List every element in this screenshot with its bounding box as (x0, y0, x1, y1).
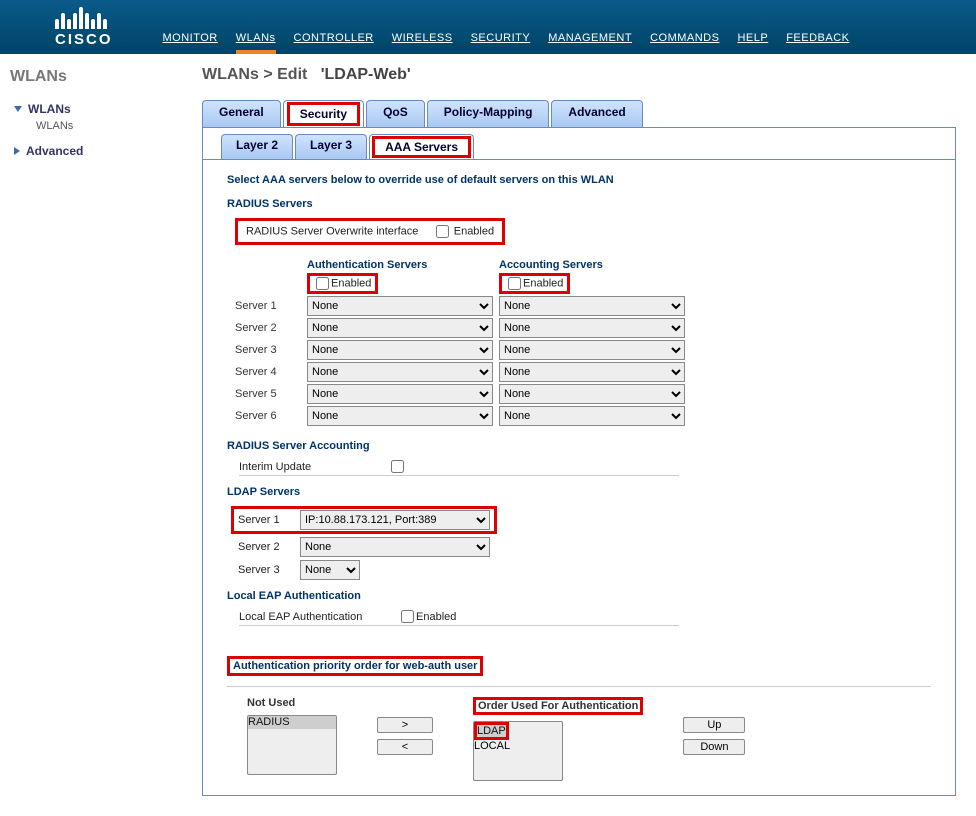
tab-panel: Layer 2 Layer 3 AAA Servers Select AAA s… (202, 128, 956, 796)
main-content: WLANs > Edit 'LDAP-Web' General Security… (184, 54, 976, 816)
enabled-label: Enabled (416, 611, 456, 623)
auth-server-3-select[interactable]: None (307, 340, 493, 360)
breadcrumb-action: Edit (277, 66, 307, 83)
acct-server-6-select[interactable]: None (499, 406, 685, 426)
tab-label: Security (287, 102, 360, 126)
not-used-column: Not Used RADIUS (247, 697, 337, 775)
tab-policy-mapping[interactable]: Policy-Mapping (427, 100, 550, 127)
local-eap-label: Local EAP Authentication (239, 611, 399, 623)
acct-server-5-select[interactable]: None (499, 384, 685, 404)
server-label: Server 2 (235, 322, 307, 334)
ldap-server-label: Server 2 (238, 541, 300, 553)
nav-security[interactable]: SECURITY (471, 32, 531, 44)
server-label: Server 6 (235, 410, 307, 422)
cisco-logo: CISCO (0, 7, 133, 54)
ldap-server-1-select[interactable]: IP:10.88.173.121, Port:389 (300, 510, 490, 530)
subtab-label: AAA Servers (372, 136, 471, 158)
radius-servers-header: RADIUS Servers (227, 198, 931, 210)
auth-server-4-select[interactable]: None (307, 362, 493, 382)
tab-advanced[interactable]: Advanced (551, 100, 642, 127)
subtab-layer2[interactable]: Layer 2 (221, 134, 293, 159)
breadcrumb: WLANs > Edit 'LDAP-Web' (202, 66, 956, 84)
tab-general[interactable]: General (202, 100, 281, 127)
nav-wireless[interactable]: WIRELESS (392, 32, 453, 44)
ldap-server-2-select[interactable]: None (300, 537, 490, 557)
auth-servers-header: Authentication Servers (307, 259, 499, 271)
order-used-column: Order Used For Authentication LDAP LOCAL (473, 697, 643, 781)
acct-server-1-select[interactable]: None (499, 296, 685, 316)
move-up-button[interactable]: Up (683, 717, 745, 733)
tab-security[interactable]: Security (283, 100, 364, 127)
enabled-label: Enabled (331, 277, 371, 289)
subtab-aaa-servers[interactable]: AAA Servers (369, 134, 474, 159)
auth-server-1-select[interactable]: None (307, 296, 493, 316)
enabled-label: Enabled (523, 277, 563, 289)
sidebar-item-label: Advanced (26, 144, 83, 158)
sidebar-item-advanced[interactable]: Advanced (10, 142, 174, 160)
subtab-layer3[interactable]: Layer 3 (295, 134, 367, 159)
move-down-button[interactable]: Down (683, 739, 745, 755)
aaa-instruction: Select AAA servers below to override use… (227, 174, 931, 186)
app-header: CISCO MONITOR WLANs CONTROLLER WIRELESS … (0, 0, 976, 54)
nav-management[interactable]: MANAGEMENT (548, 32, 632, 44)
nav-help[interactable]: HELP (737, 32, 768, 44)
local-eap-header: Local EAP Authentication (227, 590, 931, 602)
tabs: General Security QoS Policy-Mapping Adva… (202, 100, 956, 128)
top-nav: MONITOR WLANs CONTROLLER WIRELESS SECURI… (133, 32, 850, 54)
interim-update-label: Interim Update (239, 461, 389, 473)
interim-update-checkbox[interactable] (391, 460, 404, 473)
acct-server-4-select[interactable]: None (499, 362, 685, 382)
acct-server-2-select[interactable]: None (499, 318, 685, 338)
nav-monitor[interactable]: MONITOR (163, 32, 218, 44)
server-label: Server 1 (235, 300, 307, 312)
order-used-listbox[interactable]: LDAP LOCAL (473, 721, 563, 781)
sidebar-item-wlans-child[interactable]: WLANs (10, 118, 174, 134)
nav-controller[interactable]: CONTROLLER (294, 32, 374, 44)
order-used-header: Order Used For Authentication (473, 697, 643, 715)
nav-wlans[interactable]: WLANs (236, 32, 276, 44)
nav-feedback[interactable]: FEEDBACK (786, 32, 849, 44)
ldap-server-label: Server 1 (238, 514, 300, 526)
auth-enabled-checkbox[interactable] (316, 277, 329, 290)
not-used-header: Not Used (247, 697, 337, 709)
ldap-server-3-select[interactable]: None (300, 560, 360, 580)
ldap-servers-header: LDAP Servers (227, 486, 931, 498)
sidebar: WLANs WLANs WLANs Advanced (0, 54, 184, 816)
acct-server-3-select[interactable]: None (499, 340, 685, 360)
server-label: Server 3 (235, 344, 307, 356)
acct-enabled-checkbox[interactable] (508, 277, 521, 290)
enabled-label: Enabled (454, 225, 494, 237)
ldap-server-label: Server 3 (238, 564, 300, 576)
radius-overwrite-label: RADIUS Server Overwrite interface (246, 225, 418, 237)
auth-server-6-select[interactable]: None (307, 406, 493, 426)
auth-server-2-select[interactable]: None (307, 318, 493, 338)
sidebar-item-label: WLANs (28, 102, 71, 116)
server-label: Server 4 (235, 366, 307, 378)
move-left-button[interactable]: < (377, 739, 433, 755)
acct-servers-header: Accounting Servers (499, 259, 691, 271)
not-used-listbox[interactable]: RADIUS (247, 715, 337, 775)
sidebar-item-label: WLANs (36, 120, 73, 132)
auth-server-5-select[interactable]: None (307, 384, 493, 404)
breadcrumb-section: WLANs (202, 66, 259, 83)
server-label: Server 5 (235, 388, 307, 400)
local-eap-checkbox[interactable] (401, 610, 414, 623)
move-right-button[interactable]: > (377, 717, 433, 733)
breadcrumb-name: 'LDAP-Web' (321, 66, 411, 83)
chevron-right-icon (14, 147, 20, 155)
auth-priority-header: Authentication priority order for web-au… (227, 656, 483, 676)
subtabs: Layer 2 Layer 3 AAA Servers (203, 134, 955, 160)
tab-qos[interactable]: QoS (366, 100, 425, 127)
chevron-down-icon (14, 106, 22, 112)
radius-accounting-header: RADIUS Server Accounting (227, 440, 931, 452)
radius-overwrite-checkbox[interactable] (436, 225, 449, 238)
sidebar-title: WLANs (10, 68, 174, 86)
brand-text: CISCO (55, 31, 113, 48)
sidebar-item-wlans[interactable]: WLANs (10, 100, 174, 118)
radius-overwrite-row: RADIUS Server Overwrite interface Enable… (235, 218, 505, 245)
nav-commands[interactable]: COMMANDS (650, 32, 719, 44)
